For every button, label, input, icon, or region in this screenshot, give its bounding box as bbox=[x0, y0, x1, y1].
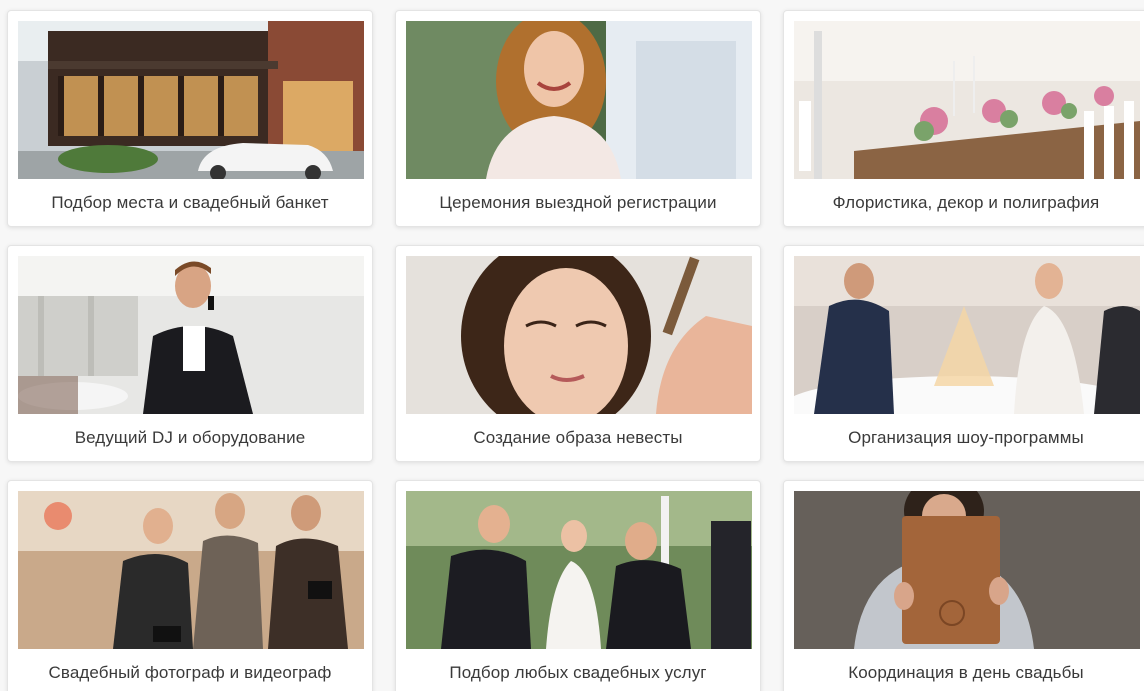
service-label: Свадебный фотограф и видеограф bbox=[48, 662, 332, 682]
service-card-photo-video[interactable]: Свадебный фотограф и видеограф bbox=[7, 480, 373, 691]
service-label: Координация в день свадьбы bbox=[848, 662, 1084, 682]
service-card-venue[interactable]: Подбор места и свадебный банкет bbox=[7, 10, 373, 227]
service-label: Организация шоу-программы bbox=[848, 427, 1084, 447]
service-label: Церемония выездной регистрации bbox=[439, 192, 717, 212]
smiling-bride-photo bbox=[406, 21, 752, 179]
woman-with-folder-photo bbox=[794, 491, 1140, 649]
couple-celebrating-photo bbox=[406, 491, 752, 649]
service-label: Ведущий DJ и оборудование bbox=[74, 427, 306, 447]
service-card-bride-look[interactable]: Создание образа невесты bbox=[395, 245, 761, 462]
decorated-banquet-table-photo bbox=[794, 21, 1140, 179]
service-label: Подбор места и свадебный банкет bbox=[51, 192, 329, 212]
bride-makeup-photo bbox=[406, 256, 752, 414]
service-label: Флористика, декор и полиграфия bbox=[832, 192, 1100, 212]
champagne-pyramid-photo bbox=[794, 256, 1140, 414]
host-with-microphone-photo bbox=[18, 256, 364, 414]
service-card-floristry[interactable]: Флористика, декор и полиграфия bbox=[783, 10, 1144, 227]
photographers-group-photo bbox=[18, 491, 364, 649]
service-card-host-dj[interactable]: Ведущий DJ и оборудование bbox=[7, 245, 373, 462]
service-label: Создание образа невесты bbox=[473, 427, 683, 447]
service-card-coordination[interactable]: Координация в день свадьбы bbox=[783, 480, 1144, 691]
venue-building-photo bbox=[18, 21, 364, 179]
service-card-show-program[interactable]: Организация шоу-программы bbox=[783, 245, 1144, 462]
service-card-ceremony[interactable]: Церемония выездной регистрации bbox=[395, 10, 761, 227]
service-label: Подбор любых свадебных услуг bbox=[449, 662, 707, 682]
service-card-any-services[interactable]: Подбор любых свадебных услуг bbox=[395, 480, 761, 691]
